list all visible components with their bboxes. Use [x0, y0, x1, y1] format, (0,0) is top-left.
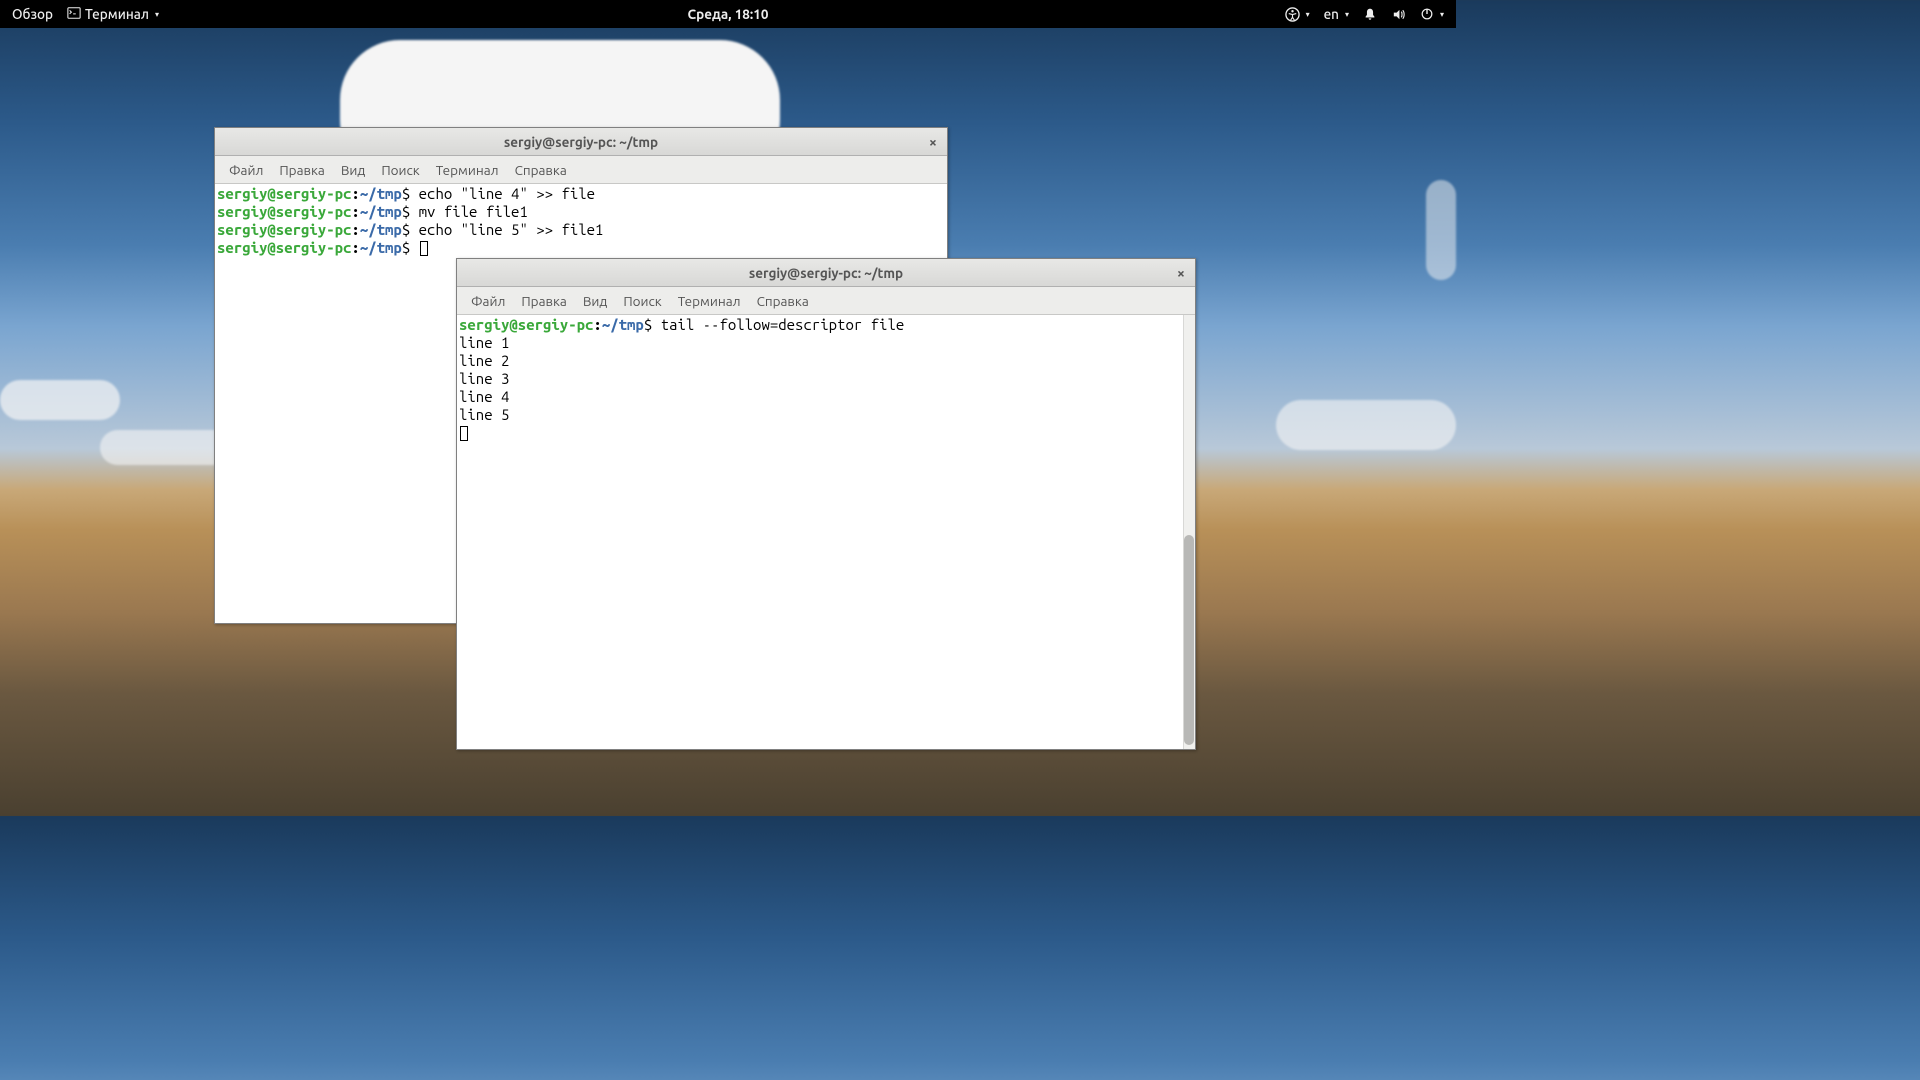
menu-edit[interactable]: Правка	[271, 158, 332, 182]
dropdown-icon: ▾	[1345, 10, 1349, 19]
terminal-output-line: line 4	[459, 388, 1193, 406]
app-menu[interactable]: Терминал ▾	[63, 4, 163, 25]
accessibility-menu[interactable]: ▾	[1281, 5, 1314, 24]
activities-button[interactable]: Обзор	[8, 4, 57, 24]
titlebar[interactable]: sergiy@sergiy-pc: ~/tmp ×	[457, 259, 1195, 287]
menu-edit[interactable]: Правка	[513, 289, 574, 313]
menubar: Файл Правка Вид Поиск Терминал Справка	[215, 156, 947, 184]
terminal-line: sergiy@sergiy-pc:~/tmp$ tail --follow=de…	[459, 316, 1193, 334]
keyboard-layout-label: en	[1324, 6, 1339, 22]
menu-search[interactable]: Поиск	[615, 289, 669, 313]
window-title: sergiy@sergiy-pc: ~/tmp	[504, 134, 658, 150]
terminal-window-2[interactable]: sergiy@sergiy-pc: ~/tmp × Файл Правка Ви…	[456, 258, 1196, 750]
scrollbar[interactable]	[1183, 315, 1195, 749]
menu-terminal[interactable]: Терминал	[670, 289, 749, 313]
terminal-line: sergiy@sergiy-pc:~/tmp$ echo "line 5" >>…	[217, 221, 945, 239]
menu-file[interactable]: Файл	[463, 289, 513, 313]
menu-help[interactable]: Справка	[749, 289, 817, 313]
titlebar[interactable]: sergiy@sergiy-pc: ~/tmp ×	[215, 128, 947, 156]
accessibility-icon	[1285, 7, 1300, 22]
menubar: Файл Правка Вид Поиск Терминал Справка	[457, 287, 1195, 315]
keyboard-layout-menu[interactable]: en ▾	[1320, 4, 1353, 24]
close-icon: ×	[1177, 266, 1185, 280]
power-icon	[1420, 7, 1434, 21]
volume-icon[interactable]	[1387, 5, 1410, 24]
terminal-output-line: line 3	[459, 370, 1193, 388]
terminal-content[interactable]: sergiy@sergiy-pc:~/tmp$ tail --follow=de…	[457, 315, 1195, 749]
clock-label: Среда, 18:10	[688, 6, 769, 22]
app-menu-label: Терминал	[85, 6, 149, 22]
terminal-output-line: line 1	[459, 334, 1193, 352]
terminal-app-icon	[67, 6, 81, 23]
gnome-top-bar: Обзор Терминал ▾ Среда, 18:10 ▾ en ▾	[0, 0, 1456, 28]
dropdown-icon: ▾	[1440, 10, 1444, 19]
scrollbar-thumb[interactable]	[1184, 535, 1194, 745]
menu-view[interactable]: Вид	[575, 289, 615, 313]
terminal-line: sergiy@sergiy-pc:~/tmp$	[217, 239, 945, 257]
terminal-line: sergiy@sergiy-pc:~/tmp$ mv file file1	[217, 203, 945, 221]
clock[interactable]: Среда, 18:10	[688, 6, 769, 22]
close-button[interactable]: ×	[925, 134, 941, 150]
menu-search[interactable]: Поиск	[373, 158, 427, 182]
cursor	[460, 426, 468, 441]
close-icon: ×	[929, 135, 937, 149]
terminal-output-line: line 2	[459, 352, 1193, 370]
dropdown-icon: ▾	[1306, 10, 1310, 19]
menu-terminal[interactable]: Терминал	[428, 158, 507, 182]
menu-file[interactable]: Файл	[221, 158, 271, 182]
dropdown-icon: ▾	[155, 10, 159, 19]
close-button[interactable]: ×	[1173, 265, 1189, 281]
terminal-line: sergiy@sergiy-pc:~/tmp$ echo "line 4" >>…	[217, 185, 945, 203]
power-menu[interactable]: ▾	[1416, 5, 1448, 23]
notifications-icon[interactable]	[1359, 5, 1381, 23]
terminal-output-line: line 5	[459, 406, 1193, 424]
cursor	[420, 241, 428, 256]
menu-view[interactable]: Вид	[333, 158, 373, 182]
activities-label: Обзор	[12, 6, 53, 22]
menu-help[interactable]: Справка	[507, 158, 575, 182]
window-title: sergiy@sergiy-pc: ~/tmp	[749, 265, 903, 281]
